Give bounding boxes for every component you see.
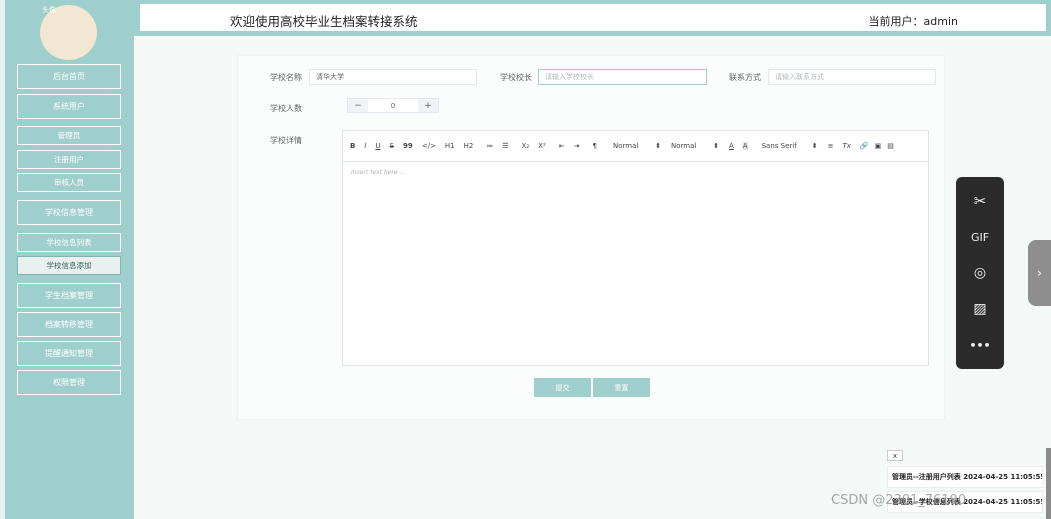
strike-icon[interactable]: S — [390, 142, 394, 150]
avatar-alt-text: 头像 — [42, 6, 56, 14]
chevron-updown-icon: ⬍ — [811, 142, 818, 150]
sidebar-item-registered-users[interactable]: 注册用户 — [17, 150, 121, 169]
scrollbar[interactable] — [1046, 448, 1051, 519]
expand-panel-tab[interactable]: › — [1028, 240, 1051, 306]
sidebar-item-school-list[interactable]: 学校信息列表 — [17, 233, 121, 252]
chevron-right-icon: › — [1037, 266, 1042, 280]
top-header: 欢迎使用高校毕业生档案转接系统 当前用户：admin — [134, 0, 1051, 36]
count-value[interactable]: 0 — [368, 99, 418, 112]
size-select[interactable]: Normal ⬍ — [613, 142, 661, 150]
sidebar-item-admin[interactable]: 管理员 — [17, 126, 121, 145]
ordered-list-icon[interactable]: ≔ — [486, 142, 493, 150]
text-color-icon[interactable]: A — [729, 142, 734, 150]
sidebar-item-file-transfer[interactable]: 档案转移管理 — [17, 312, 121, 337]
gif-icon[interactable]: GIF — [956, 225, 1004, 249]
contact-label: 联系方式 — [729, 73, 761, 82]
header-bar: 欢迎使用高校毕业生档案转接系统 当前用户：admin — [139, 3, 1047, 32]
rich-text-editor: B I U S 99 </> H1 H2 ≔ ☰ X₂ X² ⇤ ⇥ ¶ Nor… — [342, 130, 929, 366]
more-icon[interactable]: ••• — [956, 333, 1004, 357]
gallery-icon[interactable]: ▨ — [956, 297, 1004, 321]
submit-button[interactable]: 提交 — [534, 378, 591, 397]
image-icon[interactable]: ▣ — [875, 142, 882, 150]
sidebar-item-school-management[interactable]: 学校信息管理 — [17, 200, 121, 225]
sidebar-item-school-add[interactable]: 学校信息添加 — [17, 256, 121, 275]
font-select[interactable]: Sans Serif ⬍ — [762, 142, 818, 150]
header-select[interactable]: Normal ⬍ — [671, 142, 719, 150]
bold-icon[interactable]: B — [350, 142, 355, 150]
principal-input[interactable] — [538, 69, 707, 85]
chevron-updown-icon: ⬍ — [655, 142, 661, 150]
size-select-value: Normal — [613, 142, 639, 150]
editor-toolbar: B I U S 99 </> H1 H2 ≔ ☰ X₂ X² ⇤ ⇥ ¶ Nor… — [343, 131, 928, 162]
notification-close-button[interactable]: x — [887, 450, 903, 461]
screenshot-tool-panel: ✂ GIF ◎ ▨ ••• — [956, 177, 1004, 369]
sidebar-item-notifications[interactable]: 提醒通知管理 — [17, 341, 121, 366]
code-icon[interactable]: </> — [422, 142, 436, 150]
sidebar-edge — [0, 0, 5, 519]
sidebar-item-system-users[interactable]: 系统用户 — [17, 94, 121, 119]
blockquote-icon[interactable]: 99 — [403, 142, 413, 150]
sidebar-item-permissions[interactable]: 权限管理 — [17, 370, 121, 395]
sidebar-item-student-files[interactable]: 学生档案管理 — [17, 283, 121, 308]
contact-input[interactable] — [768, 69, 936, 85]
record-icon[interactable]: ◎ — [956, 261, 1004, 285]
reset-button[interactable]: 重置 — [593, 378, 650, 397]
count-label: 学校人数 — [270, 104, 302, 113]
sidebar-item-home[interactable]: 后台首页 — [17, 64, 121, 89]
increment-button[interactable]: + — [418, 99, 438, 112]
link-icon[interactable]: 🔗 — [860, 142, 869, 150]
header-select-value: Normal — [671, 142, 697, 150]
chevron-updown-icon: ⬍ — [713, 142, 719, 150]
principal-label: 学校校长 — [500, 73, 532, 82]
notification-item[interactable]: 管理员--注册用户列表 2024-04-25 11:05:55 — [887, 466, 1043, 488]
background-color-icon[interactable]: A — [742, 142, 748, 150]
subscript-icon[interactable]: X₂ — [522, 142, 530, 150]
bullet-list-icon[interactable]: ☰ — [502, 142, 508, 150]
detail-label: 学校详情 — [270, 136, 302, 145]
watermark: CSDN @2301_76190 — [831, 493, 967, 508]
outdent-icon[interactable]: ⇤ — [559, 142, 565, 150]
editor-placeholder[interactable]: Insert text here ... — [351, 169, 405, 176]
page-title: 欢迎使用高校毕业生档案转接系统 — [230, 14, 418, 29]
current-user-label: 当前用户：admin — [868, 15, 958, 28]
video-icon[interactable]: ▤ — [887, 142, 894, 150]
sidebar: 头像 后台首页 系统用户 管理员 注册用户 审核人员 学校信息管理 学校信息列表… — [0, 0, 134, 519]
clean-format-icon[interactable]: Tx — [842, 142, 850, 150]
school-name-input[interactable] — [309, 69, 477, 85]
underline-icon[interactable]: U — [375, 142, 380, 150]
sidebar-item-reviewers[interactable]: 审核人员 — [17, 173, 121, 192]
text-direction-icon[interactable]: ¶ — [593, 142, 597, 150]
align-icon[interactable]: ≡ — [828, 142, 834, 150]
heading2-icon[interactable]: H2 — [464, 142, 474, 150]
school-name-label: 学校名称 — [270, 73, 302, 82]
heading1-icon[interactable]: H1 — [445, 142, 455, 150]
font-select-value: Sans Serif — [761, 142, 797, 150]
indent-icon[interactable]: ⇥ — [574, 142, 580, 150]
scissors-icon[interactable]: ✂ — [956, 189, 1004, 213]
decrement-button[interactable]: − — [348, 99, 368, 112]
superscript-icon[interactable]: X² — [538, 142, 546, 150]
count-stepper: − 0 + — [347, 98, 439, 113]
italic-icon[interactable]: I — [364, 142, 366, 150]
